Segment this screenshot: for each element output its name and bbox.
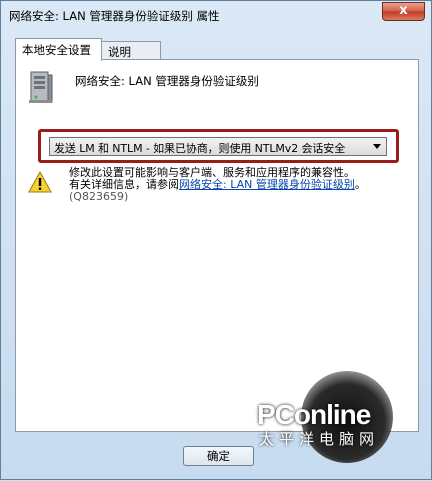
ok-button[interactable]: 确定 bbox=[183, 446, 254, 466]
properties-dialog: 网络安全: LAN 管理器身份验证级别 属性 x 本地安全设置 说明 网络安全:… bbox=[0, 0, 432, 480]
watermark-logo: PConline bbox=[257, 399, 371, 430]
watermark-site-name: 太平洋电脑网 bbox=[259, 430, 380, 448]
warning-suffix: 。 bbox=[354, 178, 366, 191]
tab-explain[interactable]: 说明 bbox=[101, 41, 161, 60]
policy-title: 网络安全: LAN 管理器身份验证级别 bbox=[75, 74, 259, 88]
help-link[interactable]: 网络安全: LAN 管理器身份验证级别 bbox=[179, 178, 355, 191]
window-title: 网络安全: LAN 管理器身份验证级别 属性 bbox=[9, 9, 220, 23]
close-button[interactable]: x bbox=[382, 2, 425, 21]
tab-label: 说明 bbox=[108, 45, 131, 59]
warning-icon bbox=[28, 171, 52, 193]
server-icon bbox=[29, 71, 53, 103]
highlight-annotation: 发送 LM 和 NTLM - 如果已协商，则使用 NTLMv2 会话安全 bbox=[38, 129, 399, 163]
title-bar[interactable]: 网络安全: LAN 管理器身份验证级别 属性 x bbox=[1, 1, 431, 31]
compatibility-warning: 修改此设置可能影响与客户端、服务和应用程序的兼容性。 有关详细信息，请参阅网络安… bbox=[69, 167, 404, 203]
authentication-level-dropdown[interactable]: 发送 LM 和 NTLM - 如果已协商，则使用 NTLMv2 会话安全 bbox=[49, 137, 387, 156]
ok-button-label: 确定 bbox=[207, 449, 230, 463]
kb-article-id: (Q823659) bbox=[69, 190, 129, 203]
close-icon: x bbox=[399, 3, 408, 18]
site-watermark: PConline 太平洋电脑网 bbox=[249, 371, 432, 481]
dropdown-selected-value: 发送 LM 和 NTLM - 如果已协商，则使用 NTLMv2 会话安全 bbox=[54, 142, 346, 155]
tab-label: 本地安全设置 bbox=[22, 43, 91, 57]
tab-local-security-setting[interactable]: 本地安全设置 bbox=[15, 38, 102, 61]
chevron-down-icon[interactable] bbox=[373, 144, 381, 149]
